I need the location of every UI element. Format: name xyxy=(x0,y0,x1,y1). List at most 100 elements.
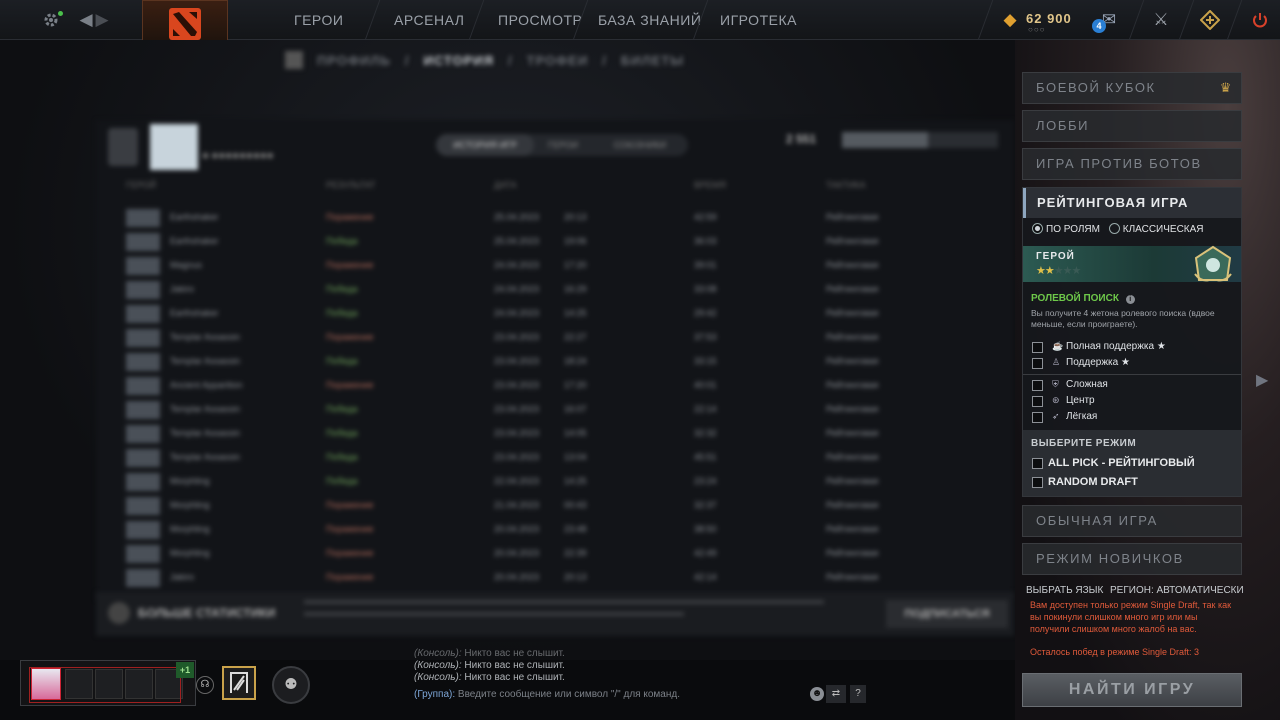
match-date: 21.04.2023 xyxy=(494,500,540,510)
subtab-matches[interactable]: ИСТОРИЯ ИГР xyxy=(436,134,534,156)
match-duration: 42:59 xyxy=(694,212,717,222)
role-checkbox-safe[interactable] xyxy=(1032,412,1043,423)
subtab-allies[interactable]: СОЮЗНИКИ xyxy=(592,134,688,156)
match-mode: Рейтинговая xyxy=(826,428,879,438)
match-date: 20.04.2023 xyxy=(494,548,540,558)
winrate-bar xyxy=(842,132,998,148)
headset-icon[interactable]: ☊ xyxy=(196,676,214,694)
table-row[interactable]: Earthshaker Победа 25.04.2023 19:06 36:03 Рей… xyxy=(126,230,1006,254)
tab-history[interactable]: ИСТОРИЯ xyxy=(424,53,495,68)
role-checkbox-mid[interactable] xyxy=(1032,396,1043,407)
hero-name: Magnus xyxy=(170,260,203,270)
match-date: 22.04.2023 xyxy=(494,476,540,486)
party-plus-badge[interactable]: +1 xyxy=(176,662,194,678)
forward-arrow-icon[interactable]: ▶ xyxy=(94,10,110,30)
match-duration: 40:01 xyxy=(694,380,717,390)
star-icon: ★ xyxy=(1120,357,1130,368)
language-link[interactable]: ВЫБРАТЬ ЯЗЫК xyxy=(1026,585,1103,596)
mode-bots[interactable]: ИГРА ПРОТИВ БОТОВ xyxy=(1022,148,1242,180)
radio-roles[interactable]: ПО РОЛЯМ xyxy=(1032,223,1100,235)
subscribe-button[interactable]: ПОДПИСАТЬСЯ xyxy=(886,600,1008,628)
table-row[interactable]: Earthshaker Победа 24.04.2023 14:25 29:42 Рей… xyxy=(126,302,1006,326)
armory-icon[interactable]: ⚔ xyxy=(1148,10,1174,30)
match-duration: 32:37 xyxy=(694,500,717,510)
plus-icon[interactable] xyxy=(1198,9,1222,31)
tab-profile[interactable]: ПРОФИЛЬ xyxy=(317,53,391,68)
match-mode: Рейтинговая xyxy=(826,260,879,270)
radio-classic[interactable]: КЛАССИЧЕСКАЯ xyxy=(1108,223,1204,235)
rank-medal-icon xyxy=(1194,245,1232,282)
table-row[interactable]: Templar Assassin Победа 23.04.2023 16:07 22:… xyxy=(126,398,1006,422)
match-time: 14:25 xyxy=(564,308,587,318)
radio-group: ПО РОЛЯМ КЛАССИЧЕСКАЯ xyxy=(1032,223,1204,235)
match-mode: Рейтинговая xyxy=(826,476,879,486)
hero-portrait xyxy=(126,305,160,323)
mode-lobby[interactable]: ЛОББИ xyxy=(1022,110,1242,142)
tab-trophies[interactable]: ТРОФЕИ xyxy=(527,53,589,68)
table-row[interactable]: Jakiro Поражение 20.04.2023 20:13 42:14 Рейти… xyxy=(126,566,1006,590)
role-checkbox-offlane[interactable] xyxy=(1032,380,1043,391)
match-duration: 39:01 xyxy=(694,260,717,270)
hero-portrait xyxy=(126,353,160,371)
match-result: Победа xyxy=(326,428,358,438)
match-mode: Рейтинговая xyxy=(826,452,879,462)
table-row[interactable]: Ancient Apparition Поражение 23.04.2023 17:… xyxy=(126,374,1006,398)
battle-pass-icon[interactable] xyxy=(222,666,256,700)
table-row[interactable]: Earthshaker Поражение 25.04.2023 20:13 42:59… xyxy=(126,206,1006,230)
submode-section: ВЫБЕРИТЕ РЕЖИМ ALL PICK - РЕЙТИНГОВЫЙ RA… xyxy=(1023,430,1241,496)
match-duration: 45:51 xyxy=(694,452,717,462)
mode-newbie[interactable]: РЕЖИМ НОВИЧКОВ xyxy=(1022,543,1242,575)
role-divider xyxy=(1023,374,1241,375)
match-result: Поражение xyxy=(326,500,374,510)
table-row[interactable]: Morphling Поражение 20.04.2023 23:48 38:50 Ре… xyxy=(126,518,1006,542)
friends-icon[interactable]: ⚉ xyxy=(272,666,310,704)
table-row[interactable]: Morphling Поражение 20.04.2023 22:39 42:49 Ре… xyxy=(126,542,1006,566)
nav-watch[interactable]: ПРОСМОТР xyxy=(498,0,582,40)
nav-learn[interactable]: БАЗА ЗНАНИЙ xyxy=(598,0,701,40)
profile-tabs: ПРОФИЛЬ / ИСТОРИЯ / ТРОФЕИ / БИЛЕТЫ xyxy=(285,50,684,70)
info-icon[interactable]: i xyxy=(1125,295,1135,304)
table-row[interactable]: Templar Assassin Победа 23.04.2023 14:05 32:… xyxy=(126,422,1006,446)
role-checkbox-hard-support[interactable] xyxy=(1032,342,1043,353)
tab-tickets[interactable]: БИЛЕТЫ xyxy=(621,53,684,68)
match-time: 14:25 xyxy=(564,476,587,486)
table-row[interactable]: Templar Assassin Поражение 23.04.2023 22:27… xyxy=(126,326,1006,350)
submode-checkbox-random-draft[interactable] xyxy=(1032,477,1043,488)
power-icon[interactable] xyxy=(1248,9,1272,31)
chat-channel[interactable]: (Группа): xyxy=(414,689,455,700)
mode-rated[interactable]: РЕЙТИНГОВАЯ ИГРА xyxy=(1023,188,1241,218)
table-row[interactable]: Magnus Поражение 24.04.2023 17:20 39:01 Рейти… xyxy=(126,254,1006,278)
star-icon: ★ xyxy=(1044,265,1055,277)
table-row[interactable]: Templar Assassin Победа 23.04.2023 13:04 45:… xyxy=(126,446,1006,470)
back-arrow-icon[interactable]: ◀ xyxy=(78,10,94,30)
match-duration: 29:42 xyxy=(694,308,717,318)
hero-portrait xyxy=(126,569,160,587)
match-date: 23.04.2023 xyxy=(494,452,540,462)
table-row[interactable]: Morphling Победа 22.04.2023 14:25 23:24 Рейти… xyxy=(126,470,1006,494)
emoji-icon[interactable]: ☻ xyxy=(810,687,824,701)
right-arrow-icon[interactable]: ▶ xyxy=(1256,370,1268,390)
region-link[interactable]: РЕГИОН: АВТОМАТИЧЕСКИ xyxy=(1110,585,1244,596)
nav-arsenal[interactable]: АРСЕНАЛ xyxy=(394,0,464,40)
top-bar: ◀ ▶ ГЕРОИ АРСЕНАЛ ПРОСМОТР БАЗА ЗНАНИЙ И… xyxy=(0,0,1280,48)
match-time: 18:24 xyxy=(564,356,587,366)
table-row[interactable]: Templar Assassin Победа 23.04.2023 18:24 33:… xyxy=(126,350,1006,374)
chat-input[interactable]: (Группа): Введите сообщение или символ "… xyxy=(414,685,840,705)
match-result: Поражение xyxy=(326,212,374,222)
submode-checkbox-all-pick[interactable] xyxy=(1032,458,1043,469)
hero-portrait xyxy=(126,257,160,275)
nav-heroes[interactable]: ГЕРОИ xyxy=(294,0,343,40)
role-checkbox-support[interactable] xyxy=(1032,358,1043,369)
mode-battle-cup[interactable]: БОЕВОЙ КУБОК ♛ xyxy=(1022,72,1242,104)
chat-wheel-icon[interactable]: ⇄ xyxy=(826,685,846,703)
subtab-heroes[interactable]: ГЕРОИ xyxy=(534,134,592,156)
table-row[interactable]: Morphling Поражение 21.04.2023 00:43 32:37 Ре… xyxy=(126,494,1006,518)
mode-normal[interactable]: ОБЫЧНАЯ ИГРА xyxy=(1022,505,1242,537)
match-mode: Рейтинговая xyxy=(826,500,879,510)
help-icon[interactable]: ? xyxy=(850,685,866,703)
offlane-icon: ⛨ xyxy=(1052,379,1059,389)
table-row[interactable]: Jakiro Победа 24.04.2023 16:29 33:08 Рейтинго… xyxy=(126,278,1006,302)
find-game-button[interactable]: НАЙТИ ИГРУ xyxy=(1022,673,1242,707)
nav-arcade[interactable]: ИГРОТЕКА xyxy=(720,0,797,40)
main-area: ПРОФИЛЬ / ИСТОРИЯ / ТРОФЕИ / БИЛЕТЫ ◆ ◆◆◆◆◆… xyxy=(0,40,1015,660)
